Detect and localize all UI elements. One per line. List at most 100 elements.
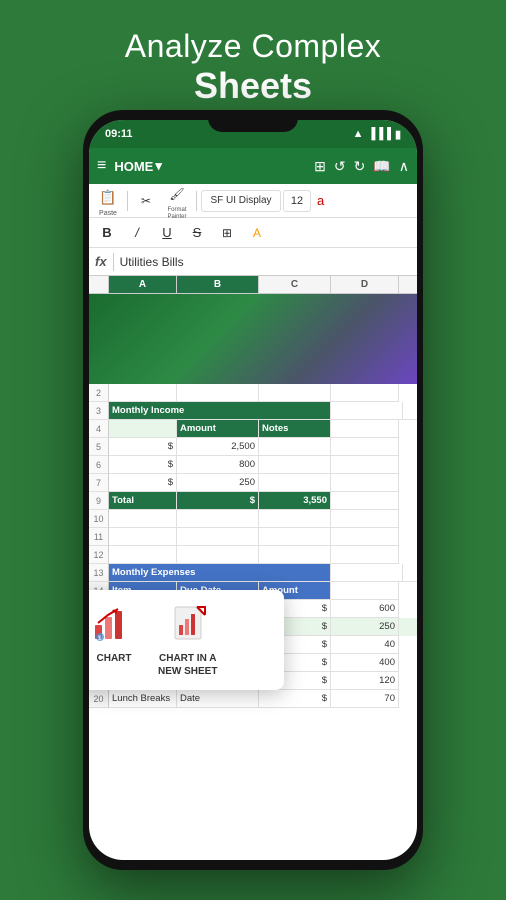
cell-2d[interactable]	[331, 384, 399, 402]
chart-new-sheet-icon-wrap	[164, 602, 212, 646]
cell-20-date: Date	[177, 690, 259, 708]
dropdown-icon: ▾	[155, 158, 162, 174]
cell-20-dollar: $	[259, 690, 331, 708]
cell-total-label: Total	[109, 492, 177, 510]
menu-icon[interactable]: ≡	[97, 157, 106, 175]
format-painter-label: FormatPainter	[167, 207, 186, 220]
cell-20-amount: 70	[331, 690, 399, 708]
headline-area: Analyze Complex Sheets	[0, 0, 506, 107]
table-row: 20 Lunch Breaks Date $ 70	[89, 690, 417, 708]
chart-icon: $	[93, 605, 135, 643]
cell-6b-amount: 800	[177, 456, 259, 474]
strikethrough-button[interactable]: S	[183, 220, 211, 246]
table-row: 10	[89, 510, 417, 528]
headline-line2: Sheets	[0, 65, 506, 107]
cell-amount-header: Amount	[177, 420, 259, 438]
cell-4d	[331, 420, 399, 438]
cell-7d	[331, 474, 399, 492]
event-budget-background	[89, 294, 417, 384]
cell-2c[interactable]	[259, 384, 331, 402]
chart-popup-item[interactable]: $ CHART	[90, 602, 138, 665]
phone-notch	[208, 110, 298, 132]
row-num-2: 2	[89, 384, 109, 402]
row-num-4: 4	[89, 420, 109, 438]
cell-17-amount: 40	[331, 636, 399, 654]
row-num-3: 3	[89, 402, 109, 420]
font-name-selector[interactable]: SF UI Display	[201, 190, 281, 212]
row-num-10: 10	[89, 510, 109, 528]
cell-monthly-income: Monthly Income	[109, 402, 331, 420]
grid-icon[interactable]: ⊞	[314, 158, 326, 175]
cell-7b-amount: 250	[177, 474, 259, 492]
cell-7c	[259, 474, 331, 492]
cell-2a[interactable]	[109, 384, 177, 402]
cell-6a-dollar: $	[109, 456, 177, 474]
underline-button[interactable]: U	[153, 220, 181, 246]
row-num-9: 9	[89, 492, 109, 510]
row-num-5: 5	[89, 438, 109, 456]
chart-new-sheet-label: CHART IN ANEW SHEET	[158, 652, 217, 678]
format-divider2	[196, 191, 197, 211]
paste-button[interactable]: 📋	[94, 184, 122, 210]
wifi-icon: ▲	[353, 128, 364, 140]
cell-19-amount: 120	[331, 672, 399, 690]
border-button[interactable]: ⊞	[213, 220, 241, 246]
col-header-a: A	[109, 276, 177, 293]
cell-3d	[403, 402, 417, 420]
collapse-icon[interactable]: ∧	[399, 158, 409, 175]
row-num-header	[89, 276, 109, 293]
cell-20-item: Lunch Breaks	[109, 690, 177, 708]
col-header-d: D	[331, 276, 399, 293]
font-color-a[interactable]: a	[317, 193, 324, 208]
undo-icon[interactable]: ↺	[334, 158, 346, 175]
table-row: 13 Monthly Expenses	[89, 564, 417, 582]
event-budget-banner	[89, 294, 417, 384]
format-divider1	[127, 191, 128, 211]
row-num-13: 13	[89, 564, 109, 582]
col-header-c: C	[259, 276, 331, 293]
chart-new-sheet-popup-item[interactable]: CHART IN ANEW SHEET	[158, 602, 217, 678]
cut-button[interactable]: ✂	[132, 188, 160, 214]
table-row: 3 Monthly Income	[89, 402, 417, 420]
format-painter-button[interactable]: 🖌	[163, 181, 191, 207]
book-icon[interactable]: 📖	[373, 158, 390, 175]
cell-18-amount: 400	[331, 654, 399, 672]
font-size-input[interactable]: 12	[283, 190, 311, 212]
cell-6d	[331, 456, 399, 474]
redo-icon[interactable]: ↻	[354, 158, 366, 175]
table-row: 2	[89, 384, 417, 402]
format-bar-row2: B / U S ⊞ A	[89, 218, 417, 248]
cell-4a	[109, 420, 177, 438]
cell-2b[interactable]	[177, 384, 259, 402]
table-row: 6 $ 800	[89, 456, 417, 474]
cell-total-dollar: $	[177, 492, 259, 510]
chart-label: CHART	[97, 652, 132, 665]
formula-bar: fx Utilities Bills	[89, 248, 417, 276]
table-row: 4 Amount Notes	[89, 420, 417, 438]
highlight-button[interactable]: A	[243, 220, 271, 246]
row-num-7: 7	[89, 474, 109, 492]
cell-9d	[331, 492, 399, 510]
row-num-12: 12	[89, 546, 109, 564]
app-toolbar: ≡ HOME ▾ ⊞ ↺ ↻ 📖 ∧	[89, 148, 417, 184]
toolbar-action-icons: ⊞ ↺ ↻ 📖 ∧	[314, 158, 409, 175]
insert-popup-menu[interactable]: $ CHART	[89, 590, 284, 690]
table-row: 5 $ 2,500	[89, 438, 417, 456]
col-header-b: B	[177, 276, 259, 293]
table-row: 11	[89, 528, 417, 546]
home-tab[interactable]: HOME ▾	[114, 158, 162, 174]
cell-16-amount: 250	[331, 618, 399, 636]
paste-label: Paste	[99, 210, 117, 217]
cell-7a-dollar: $	[109, 474, 177, 492]
cell-5d	[331, 438, 399, 456]
cell-monthly-expenses: Monthly Expenses	[109, 564, 331, 582]
bold-button[interactable]: B	[93, 220, 121, 246]
phone-screen: 09:11 ▲ ▐▐▐ ▮ ≡ HOME ▾ ⊞ ↺ ↻	[89, 120, 417, 860]
formula-value[interactable]: Utilities Bills	[120, 255, 184, 269]
phone-frame: 09:11 ▲ ▐▐▐ ▮ ≡ HOME ▾ ⊞ ↺ ↻	[83, 110, 423, 870]
cell-6c	[259, 456, 331, 474]
italic-button[interactable]: /	[123, 220, 151, 246]
chart-new-sheet-icon	[167, 605, 209, 643]
row-num-6: 6	[89, 456, 109, 474]
background: Analyze Complex Sheets 09:11 ▲ ▐▐▐ ▮ ≡ H…	[0, 0, 506, 900]
